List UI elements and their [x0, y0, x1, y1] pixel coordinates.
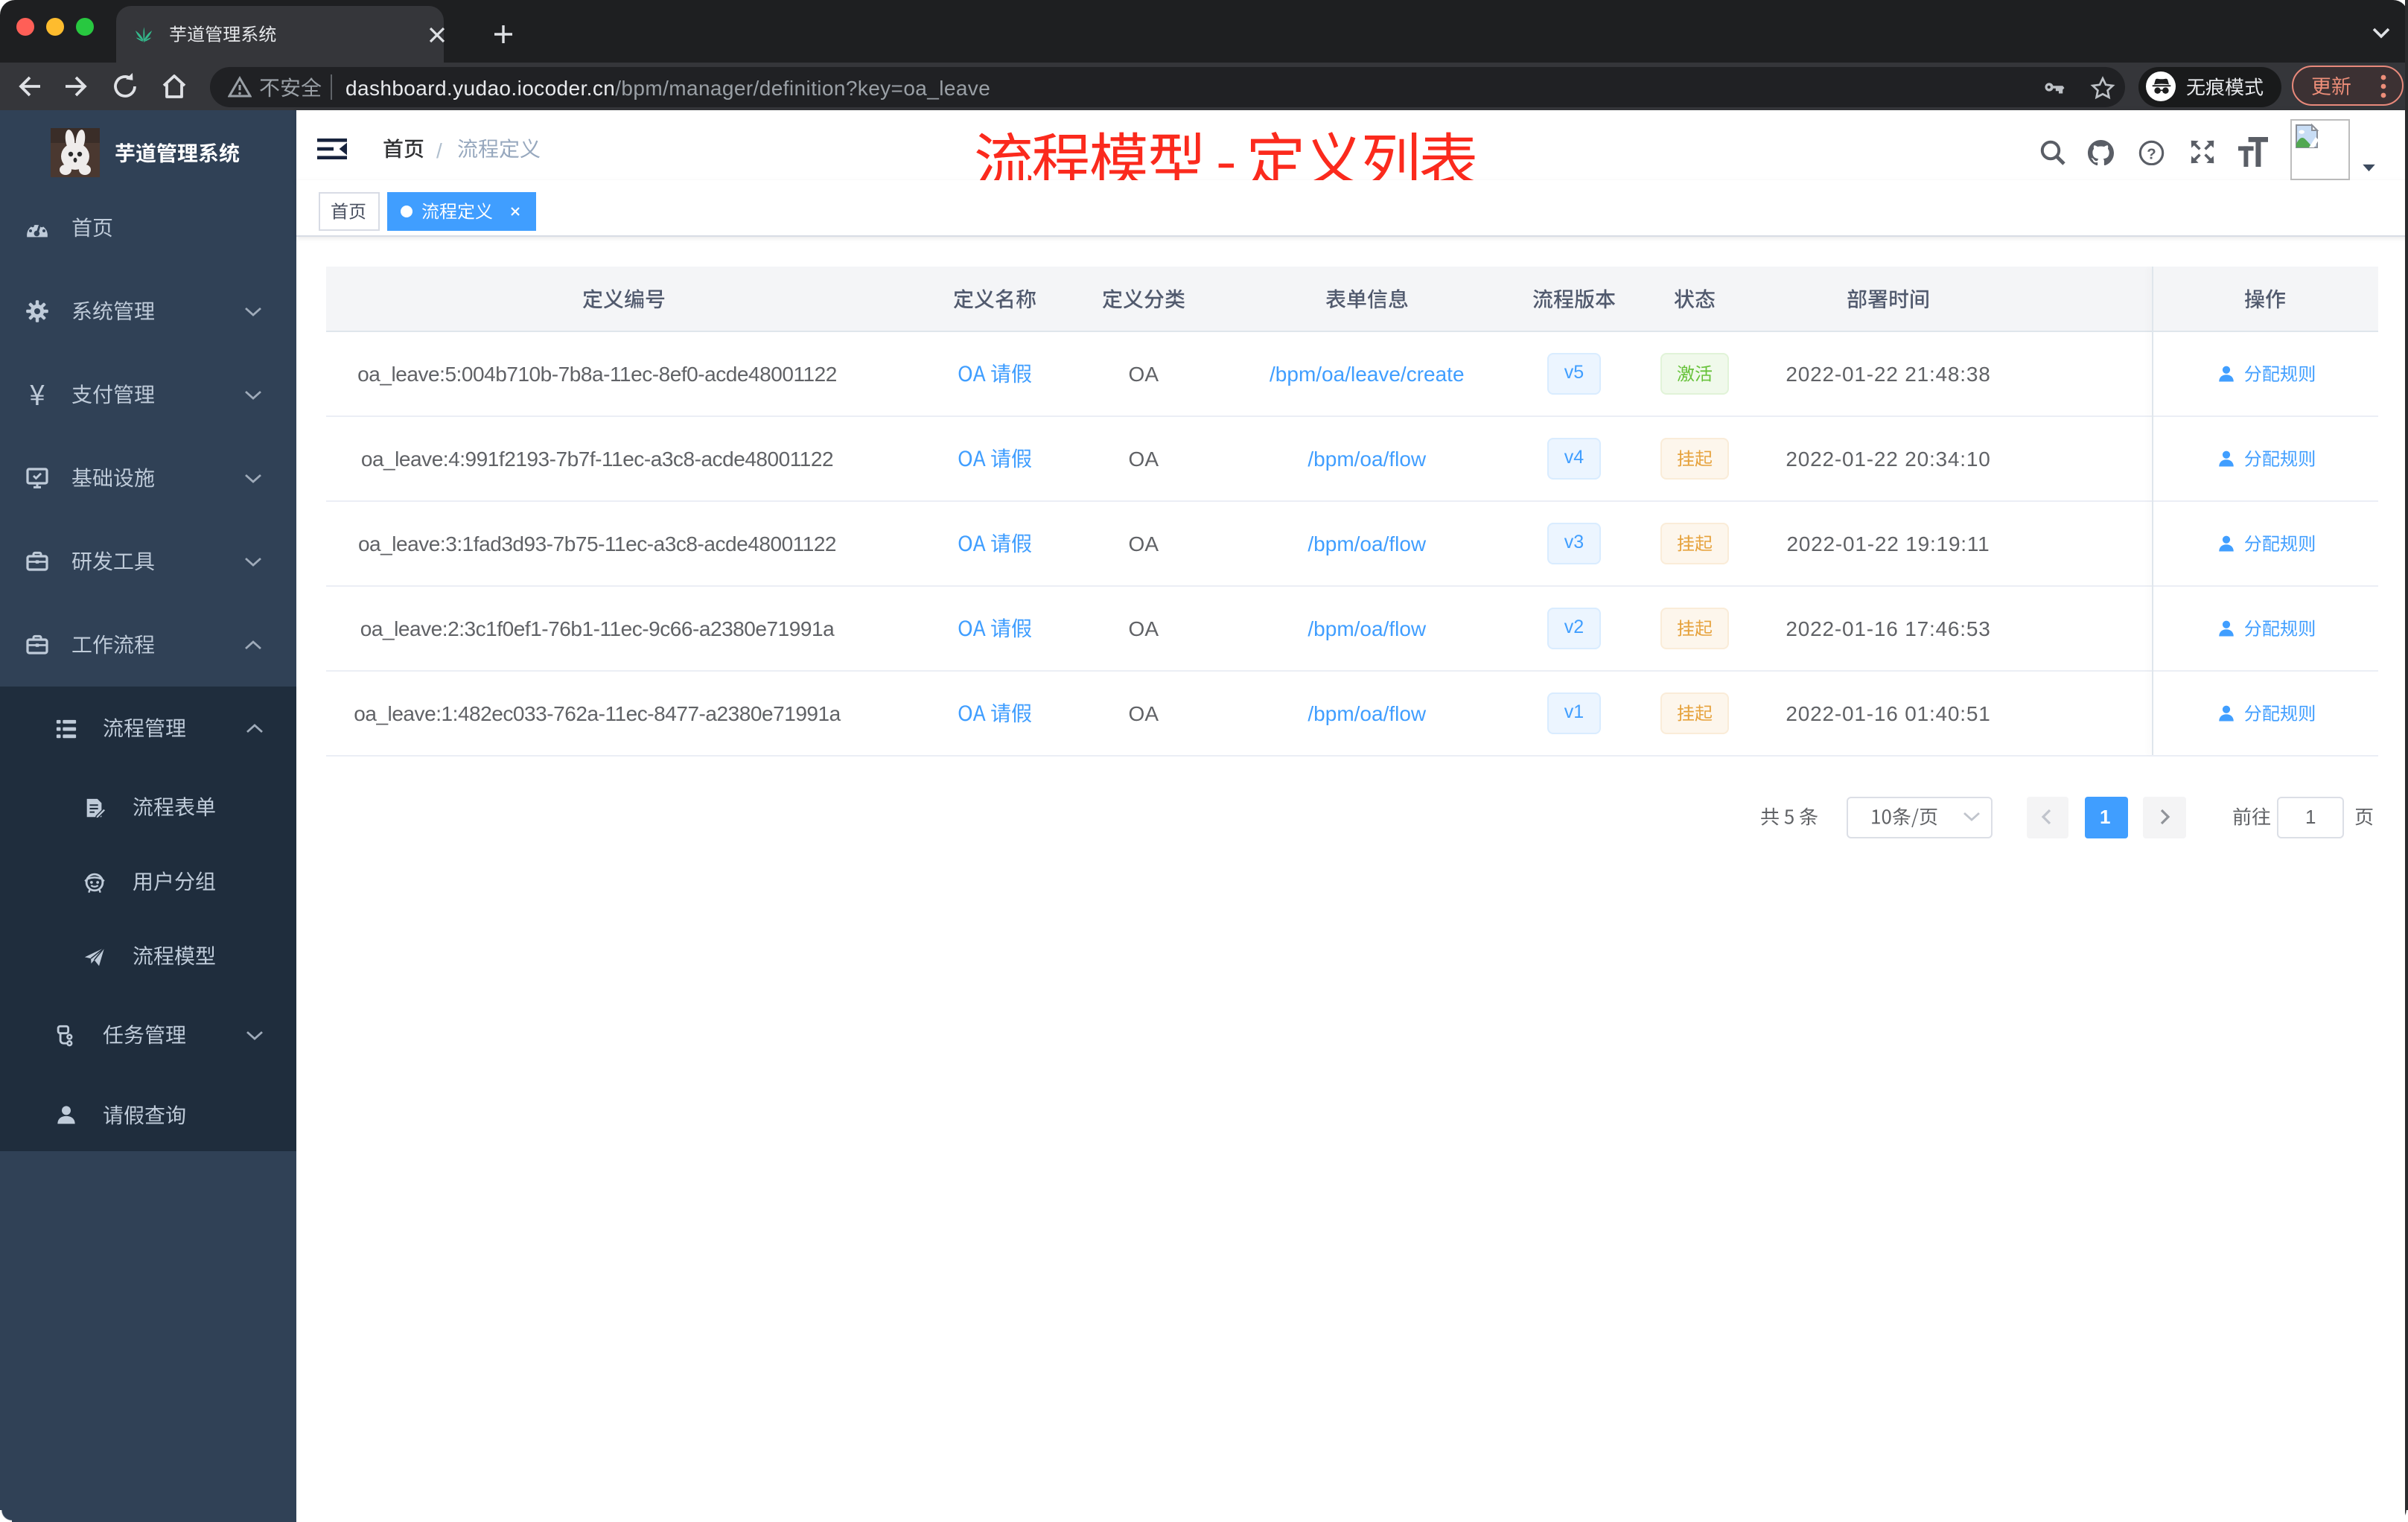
- svg-text:?: ?: [2147, 145, 2156, 162]
